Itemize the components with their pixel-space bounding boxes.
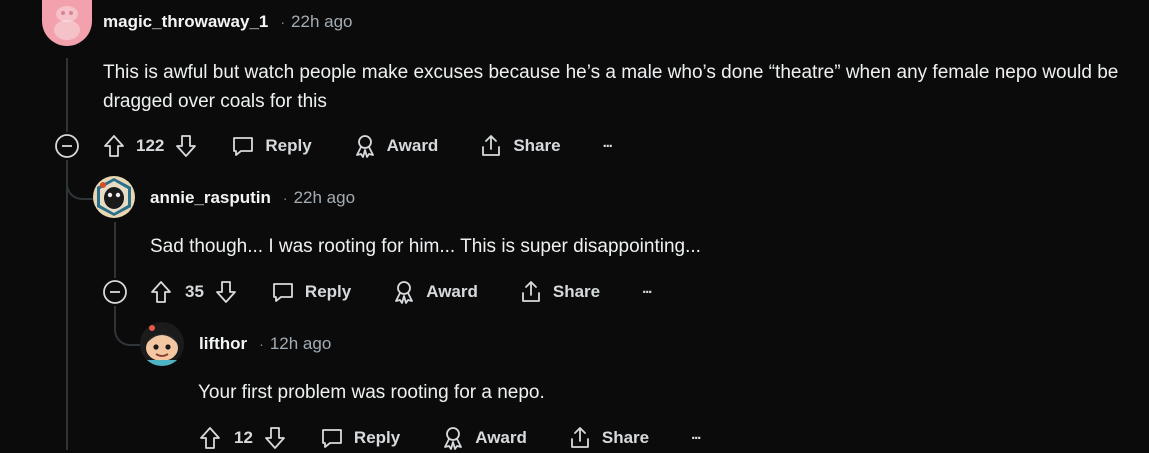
comment-bubble-icon: [233, 137, 254, 156]
snoo-icon: [54, 6, 80, 40]
reply-label: Reply: [265, 136, 312, 155]
award-button[interactable]: Award: [440, 425, 527, 451]
comment-author[interactable]: lifthor: [199, 334, 247, 354]
upvote-button[interactable]: [198, 425, 222, 451]
share-icon: [482, 135, 501, 156]
vote-count: 12: [234, 428, 253, 447]
share-button[interactable]: Share: [518, 279, 600, 305]
snoo-avatar-icon: [146, 325, 178, 366]
meta-separator: ·: [280, 14, 286, 30]
award-icon: [355, 135, 374, 158]
downvote-arrow-icon: [216, 281, 236, 303]
comment-timestamp[interactable]: 22h ago: [291, 12, 352, 32]
comment-actions: 35 Reply Award Share ···: [149, 277, 653, 307]
collapse-thread-button[interactable]: [54, 133, 80, 164]
award-label: Award: [426, 282, 478, 301]
minus-circle-icon: [103, 280, 127, 304]
award-button[interactable]: Award: [352, 133, 439, 159]
upvote-arrow-icon: [104, 135, 124, 157]
more-options-button[interactable]: ···: [642, 284, 653, 301]
comment-body: Your first problem was rooting for a nep…: [198, 382, 545, 403]
thread-elbow-level-3: [114, 306, 142, 346]
comment-meta: annie_rasputin · 22h ago: [150, 188, 355, 208]
upvote-arrow-icon: [151, 281, 171, 303]
comment-meta: lifthor · 12h ago: [199, 334, 331, 354]
reply-button[interactable]: Reply: [319, 425, 400, 451]
share-label: Share: [513, 136, 561, 155]
thread-elbow-level-2: [66, 160, 96, 200]
upvote-button[interactable]: [102, 133, 126, 159]
comment-bubble-icon: [322, 429, 342, 448]
upvote-button[interactable]: [149, 279, 173, 305]
downvote-button[interactable]: [174, 133, 198, 159]
share-button[interactable]: Share: [567, 425, 649, 451]
avatar-magic-throwaway-1[interactable]: [42, 0, 92, 46]
comment-body: Sad though... I was rooting for him... T…: [150, 236, 701, 257]
meta-separator: ·: [259, 336, 264, 352]
comment-timestamp[interactable]: 12h ago: [270, 334, 331, 354]
comment-author[interactable]: annie_rasputin: [150, 188, 271, 208]
comment-actions: 122 Reply Award Share ···: [102, 131, 614, 161]
award-button[interactable]: Award: [391, 279, 478, 305]
comment-meta: magic_throwaway_1 · 22h ago: [103, 12, 352, 32]
reply-button[interactable]: Reply: [230, 133, 312, 159]
meta-separator: ·: [282, 190, 288, 206]
share-label: Share: [601, 428, 650, 447]
thread-line-level-1-lower: [66, 160, 68, 450]
comment-body: This is awful but watch people make excu…: [103, 62, 1119, 112]
share-label: Share: [552, 282, 601, 301]
vote-count: 35: [185, 282, 204, 301]
award-icon: [395, 281, 414, 304]
reply-label: Reply: [353, 428, 401, 447]
comment-author[interactable]: magic_throwaway_1: [103, 12, 268, 32]
avatar-annie-rasputin[interactable]: [93, 176, 135, 218]
downvote-arrow-icon: [265, 427, 285, 449]
comment-bubble-icon: [273, 283, 293, 302]
collapse-thread-button[interactable]: [102, 279, 128, 310]
downvote-button[interactable]: [214, 279, 238, 305]
reply-label: Reply: [304, 282, 352, 301]
minus-circle-icon: [55, 134, 79, 158]
comment-timestamp[interactable]: 22h ago: [294, 188, 355, 208]
reply-button[interactable]: Reply: [270, 279, 351, 305]
share-icon: [521, 281, 540, 302]
more-options-button[interactable]: ···: [691, 430, 702, 447]
share-icon: [570, 427, 589, 448]
thread-line-level-1: [66, 58, 68, 132]
award-icon: [444, 427, 463, 450]
downvote-arrow-icon: [176, 135, 197, 157]
more-options-button[interactable]: ···: [603, 138, 614, 155]
comment-actions: 12 Reply Award Share ···: [198, 423, 702, 453]
award-label: Award: [386, 136, 439, 155]
award-label: Award: [475, 428, 527, 447]
avatar-lifthor[interactable]: [140, 322, 184, 366]
snoo-avatar-icon: [97, 178, 131, 216]
upvote-arrow-icon: [200, 427, 220, 449]
share-button[interactable]: Share: [478, 133, 561, 159]
vote-count: 122: [136, 136, 165, 155]
downvote-button[interactable]: [263, 425, 287, 451]
thread-line-level-2: [114, 222, 116, 278]
